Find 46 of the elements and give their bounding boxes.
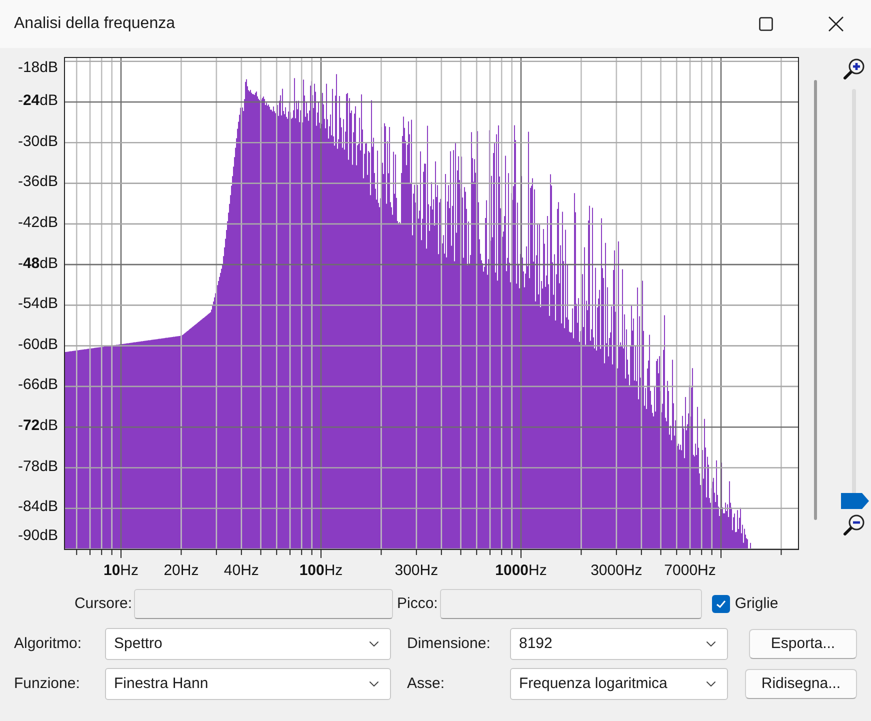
check-icon: [714, 598, 727, 610]
grid-checkbox[interactable]: [712, 595, 730, 613]
algorithm-label: Algoritmo:: [14, 634, 83, 654]
peak-field[interactable]: [440, 589, 702, 619]
slider-thumb[interactable]: [841, 493, 869, 509]
zoom-slider-track[interactable]: [839, 89, 869, 509]
y-axis-label: -66dB: [18, 376, 58, 394]
y-axis-label: -42dB: [18, 214, 58, 232]
grid-checkbox-label: Griglie: [734, 594, 778, 614]
x-axis-label: 40Hz: [224, 561, 259, 581]
zoom-in-icon[interactable]: [842, 57, 866, 81]
cursor-field[interactable]: [134, 589, 393, 619]
x-axis-label: 1000Hz: [495, 561, 547, 581]
peak-label: Picco:: [397, 594, 438, 614]
redraw-button[interactable]: Ridisegna...: [745, 669, 857, 699]
algorithm-dropdown[interactable]: Spettro: [105, 628, 391, 660]
x-axis-label: 300Hz: [394, 561, 438, 581]
size-label: Dimensione:: [407, 634, 492, 654]
size-dropdown[interactable]: 8192: [510, 628, 728, 660]
export-button[interactable]: Esporta...: [749, 629, 857, 659]
scrollbar[interactable]: [814, 80, 817, 520]
x-axis-label: 3000Hz: [590, 561, 642, 581]
square-icon: [759, 17, 773, 31]
function-dropdown[interactable]: Finestra Hann: [105, 668, 391, 700]
y-axis-label: -78dB: [18, 458, 58, 476]
axis-dropdown[interactable]: Frequenza logaritmica: [510, 668, 728, 700]
y-axis-label: -72dB: [18, 417, 58, 436]
y-axis-label: -60dB: [18, 336, 58, 354]
y-axis-label: -90dB: [18, 527, 58, 545]
x-axis-label: 10Hz: [103, 561, 139, 581]
axis-label: Asse:: [407, 674, 446, 694]
x-axis-label: 20Hz: [164, 561, 199, 581]
y-axis-label: -18dB: [18, 59, 58, 77]
y-axis-label: -48dB: [18, 254, 58, 273]
zoom-out-icon[interactable]: [842, 513, 866, 537]
cursor-label: Cursore:: [73, 594, 132, 614]
function-label: Funzione:: [14, 674, 81, 694]
y-axis-label: -24dB: [18, 92, 58, 110]
y-axis-label: -54dB: [18, 295, 58, 314]
x-axis-label: 100Hz: [299, 561, 343, 581]
y-axis-label: -30dB: [18, 132, 58, 151]
x-axis-label: 7000Hz: [664, 561, 716, 581]
window-title: Analisi della frequenza: [14, 14, 175, 34]
y-axis-label: -84dB: [18, 498, 58, 516]
y-axis-label: -36dB: [18, 173, 58, 192]
close-icon: [828, 16, 844, 32]
